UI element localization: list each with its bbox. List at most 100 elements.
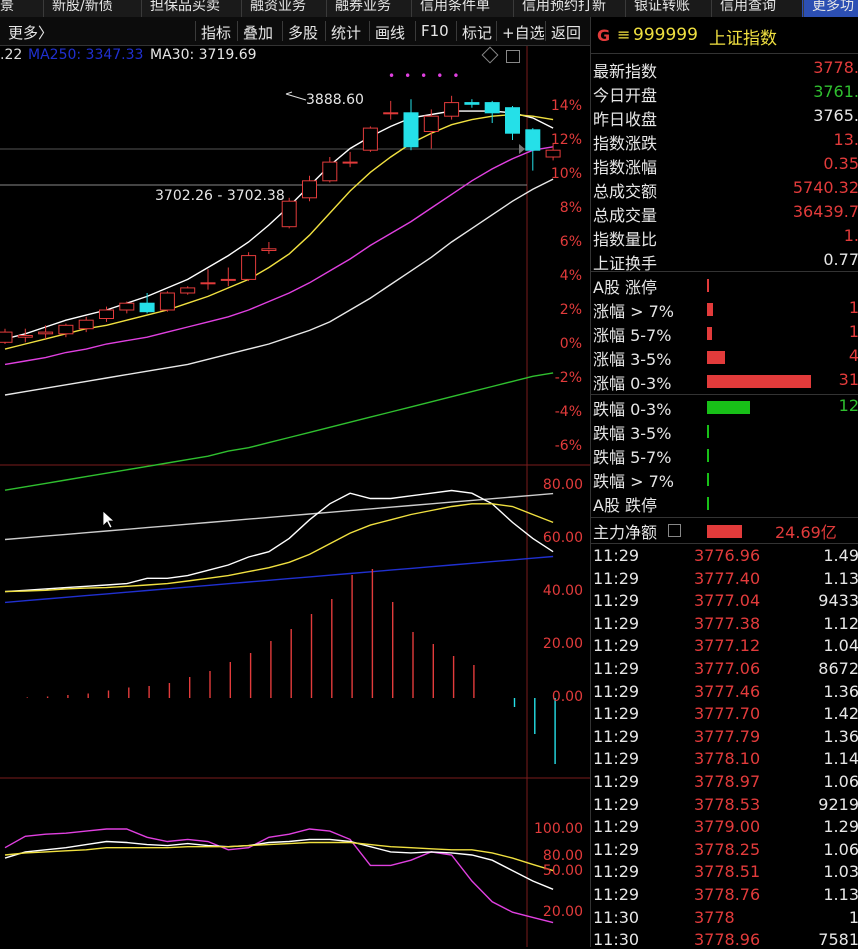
tick-time: 11:29 [593,817,640,837]
tick-volume: 1.06 [823,772,858,791]
main-flow-bar [707,525,743,538]
candle-body [484,102,500,114]
topbar-item-9[interactable]: 更多功 [812,0,854,15]
tick-price: 3778 [694,907,735,927]
price-axis-label: 8% [559,200,582,216]
topbar-item-7[interactable]: 银证转账 [634,0,690,15]
tick-volume: 1.06 [823,839,858,859]
stat-label: 最新指数 [593,62,658,81]
macd-axis-label: 0.00 [551,689,583,705]
price-axis-label: 12% [550,132,582,148]
toolbar-separator [456,21,457,41]
rise-dist-count: 31 [838,370,858,389]
tick-time: 11:29 [593,546,640,565]
tick-time: 11:29 [593,591,640,611]
toolbar-button-0[interactable]: 指标 [201,22,231,43]
price-axis-label: -6% [554,438,582,454]
kdj-axis-label: 80.00 [542,848,583,864]
tick-time: 11:29 [593,568,640,588]
tick-volume: 1.36 [823,726,858,746]
stat-value: 0.35 [823,154,858,173]
ma-line-lightwhite [4,178,554,396]
tick-time: 11:29 [593,794,640,814]
candle-body [78,319,94,330]
candle-body [302,180,317,199]
fall-dist-label: 跌幅 0-3% [593,400,672,419]
toolbar-button-2[interactable]: 多股 [288,22,318,43]
macd-line-white [4,489,554,593]
tick-time: 11:29 [593,613,640,633]
fall-dist-bar [707,497,709,510]
macd-axis-label: 40.00 [542,583,583,599]
stat-label: 指数涨幅 [593,158,658,177]
stat-value: 36439.7 [792,202,858,221]
toolbar-button-7[interactable]: +自选 [502,22,545,43]
tick-volume: 1.04 [823,636,858,656]
toolbar-button-6[interactable]: 标记 [462,22,492,43]
topbar-separator [326,0,327,17]
topbar-item-2[interactable]: 担保品买卖 [150,0,220,15]
toolbar-button-3[interactable]: 统计 [331,22,361,43]
candle-body [241,255,257,280]
stat-value: 13. [833,130,858,149]
rise-dist-label: 涨幅 > 7% [593,302,674,321]
tick-time: 11:29 [593,862,640,882]
candle-body [362,127,378,151]
topbar-item-1[interactable]: 新股/新债 [52,0,113,15]
divider [591,394,858,395]
rise-dist-count: 4 [848,346,858,365]
toolbar-button-1[interactable]: 叠加 [243,22,273,43]
candle-body [38,331,54,335]
tick-price: 3778.53 [694,794,761,814]
rise-dist-label: 涨幅 3-5% [593,350,672,369]
stat-value: 0.77 [823,250,858,269]
candle-body [220,278,236,281]
kdj-axis-label: 50.00 [542,863,583,879]
tick-price: 3777.79 [694,726,761,746]
tick-time: 11:29 [593,772,640,791]
macd-axis-label: 80.00 [542,477,583,493]
tick-price: 3778.10 [694,749,761,769]
more-dropdown[interactable]: 更多〉 [8,22,53,43]
candle-body [342,161,358,164]
tick-volume: 1.13 [823,885,858,904]
stat-label: 昨日收盘 [593,110,658,129]
main-flow-value: 24.69亿 [775,523,837,542]
candle-body [444,102,460,117]
topbar-item-8[interactable]: 信用查询 [720,0,776,15]
topbar-item-5[interactable]: 信用条件单 [420,0,490,15]
toolbar-button-5[interactable]: F10 [421,22,449,40]
tick-price: 3778.25 [694,839,761,859]
topbar-item-3[interactable]: 融资业务 [250,0,306,15]
topbar-item-6[interactable]: 信用预约打新 [522,0,606,15]
candle-body [17,335,33,338]
topbar-separator [141,0,142,17]
candle-body [423,115,439,132]
stat-value: 5740.32 [792,178,858,197]
toolbar-button-4[interactable]: 画线 [375,22,405,43]
fall-dist-bar [707,473,709,486]
stat-label: 总成交额 [593,182,658,201]
tick-price: 3777.40 [694,568,761,588]
price-axis-label: 4% [559,268,582,284]
kline-chart[interactable] [0,46,590,947]
tick-price: 3777.46 [694,681,761,701]
kdj-axis-label: 20.00 [542,904,583,920]
stat-label: 总成交量 [593,206,658,225]
tick-volume: 1 [848,907,858,927]
toolbar-button-8[interactable]: 返回 [551,22,581,43]
macd-axis-label: 20.00 [542,636,583,652]
fall-dist-bar [707,449,709,462]
price-axis-label: 0% [559,336,582,352]
candle-body [0,331,13,343]
toolbar-separator [195,21,196,41]
topbar-separator [803,0,804,17]
menu-icon[interactable]: ≡ [617,25,630,44]
topbar-item-0[interactable]: 景 [0,0,14,15]
range-annotation: 3702.26 - 3702.38 [155,188,285,204]
price-axis-label: 6% [559,234,582,250]
tick-volume: 7581 [818,930,858,949]
kdj-axis-label: 100.00 [534,821,583,837]
topbar-item-4[interactable]: 融券业务 [335,0,391,15]
list-icon[interactable] [668,524,681,537]
